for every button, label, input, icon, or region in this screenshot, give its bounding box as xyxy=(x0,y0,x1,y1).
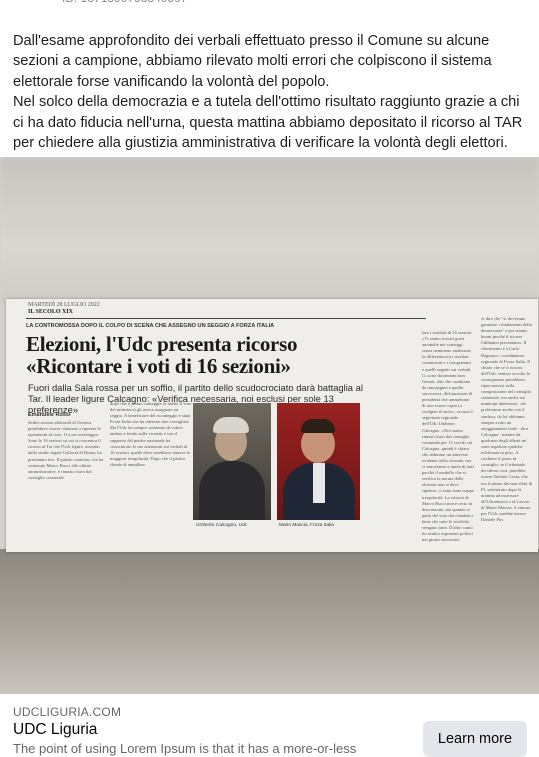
newspaper-divider xyxy=(26,318,426,319)
headline-line-2: «Ricontare i voti di 16 sezioni» xyxy=(26,354,291,378)
photo-figure-body xyxy=(199,461,265,520)
post-id-label: ID: 1371390793340307 xyxy=(62,0,187,5)
photo-mascia xyxy=(277,403,360,520)
newspaper-masthead: IL SECOLO XIX xyxy=(28,309,74,315)
article-column-2: dopo che il primo conteggio (e anche il … xyxy=(110,401,192,467)
learn-more-button[interactable]: Learn more xyxy=(423,721,527,757)
article-column-3: lare i risultati di 16 sezioni. «Vi siam… xyxy=(422,330,474,543)
post-paragraph-1: Dall'esame approfondito dei verbali effe… xyxy=(13,33,492,90)
photo-figure-hair xyxy=(213,417,249,433)
link-domain: UDCLIGURIA.COM xyxy=(13,705,122,719)
newspaper-date: MARTEDÌ 28 LUGLIO 2022 xyxy=(28,302,100,308)
photo-caption-2: Mario Mascia, Forza Italia xyxy=(279,523,334,528)
newspaper-clipping: MARTEDÌ 28 LUGLIO 2022 IL SECOLO XIX LA … xyxy=(6,299,538,552)
newspaper-headline: Elezioni, l'Udc presenta ricorso «Ricont… xyxy=(26,333,446,377)
post-paragraph-2: Nel solco della democrazia e a tutela de… xyxy=(13,94,523,152)
post-image[interactable]: MARTEDÌ 28 LUGLIO 2022 IL SECOLO XIX LA … xyxy=(0,157,539,694)
headline-line-1: Elezioni, l'Udc presenta ricorso xyxy=(26,332,298,356)
post-text: Dall'esame approfondito dei verbali effe… xyxy=(13,31,529,153)
photo-calcagno xyxy=(193,403,271,520)
article-column-1: Sedici sezioni elettorali di Genova potr… xyxy=(28,420,104,480)
newspaper-kicker: LA CONTROMOSSA DOPO IL COLPO DI SCENA CH… xyxy=(26,323,275,329)
image-background-top xyxy=(0,157,539,302)
article-column-4: vi dire che "si dovevano garantire i fon… xyxy=(481,316,533,523)
photo-figure-hair xyxy=(301,419,335,433)
newspaper-byline: Emanuele Rossi xyxy=(28,412,71,418)
link-title[interactable]: UDC Liguria xyxy=(13,721,97,739)
photo-figure-shirt xyxy=(313,463,325,503)
photo-caption-1: Umberto Calcagno, Udc xyxy=(196,523,248,528)
image-background-bottom xyxy=(0,549,539,694)
